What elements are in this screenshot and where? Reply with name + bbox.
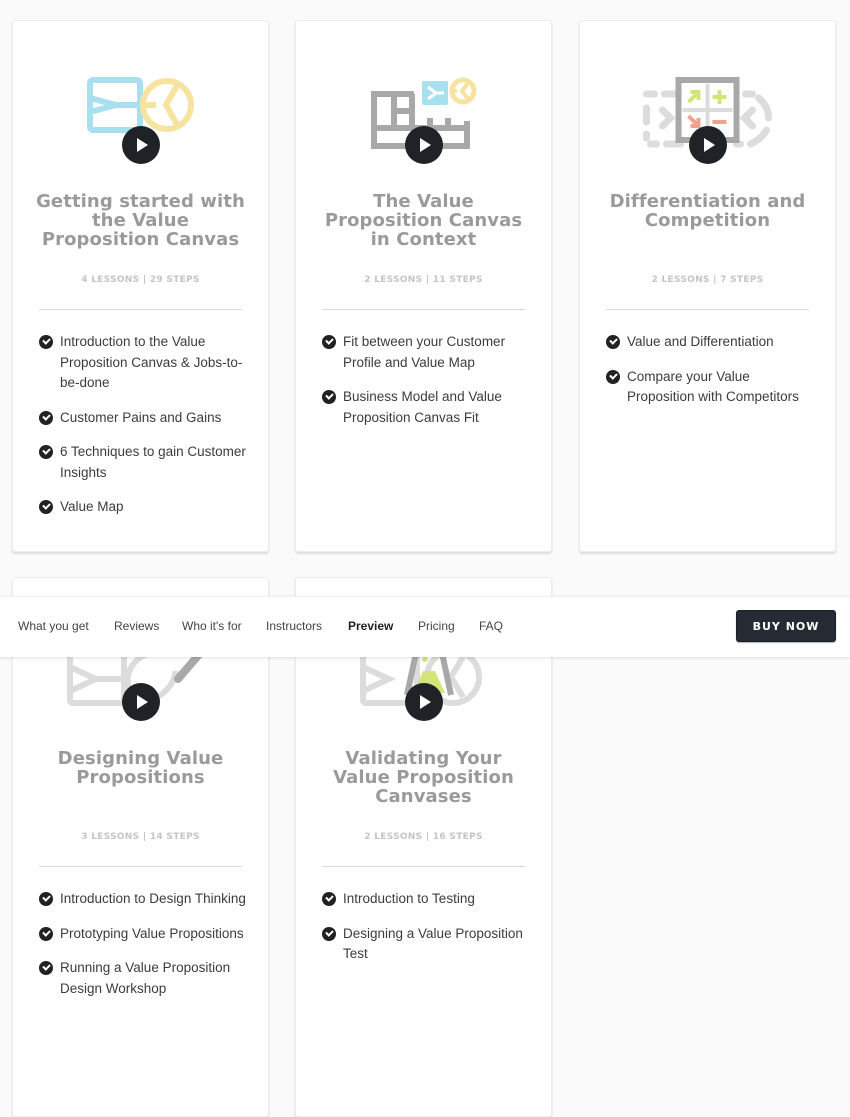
module-title: Differentiation and Competition [609, 191, 806, 231]
check-circle-icon [39, 926, 53, 941]
module-meta: 4 LESSONS | 29 STEPS [81, 275, 200, 285]
module-card: Validating Your Value Proposition Canvas… [295, 577, 552, 1117]
check-circle-icon [39, 335, 53, 349]
lesson-item: Value Map [39, 497, 254, 518]
module-card: Differentiation and Competition 2 LESSON… [579, 20, 836, 552]
sticky-nav-bar: What you get Reviews Who it's for Instru… [0, 596, 850, 657]
module-title: Designing Value Propositions [57, 748, 224, 788]
check-circle-icon [606, 369, 620, 384]
module-card: Getting started with the Value Propositi… [12, 20, 269, 552]
lesson-item: 6 Techniques to gain Customer Insights [39, 442, 254, 483]
play-button[interactable] [121, 683, 160, 721]
play-button[interactable] [404, 126, 443, 164]
lesson-list: Fit between your Customer Profile and Va… [322, 332, 537, 442]
module-thumbnail[interactable] [580, 76, 835, 166]
lesson-item: Introduction to the Value Proposition Ca… [39, 332, 254, 394]
lesson-item: Introduction to Design Thinking [39, 889, 254, 910]
nav-faq[interactable]: FAQ [479, 619, 503, 633]
lesson-item: Business Model and Value Proposition Can… [322, 387, 537, 428]
play-button[interactable] [688, 126, 727, 164]
play-button[interactable] [121, 126, 160, 164]
nav-instructors[interactable]: Instructors [266, 619, 322, 633]
module-thumbnail[interactable] [13, 76, 268, 166]
module-title: Validating Your Value Proposition Canvas… [333, 748, 514, 807]
check-circle-icon [322, 926, 336, 941]
lesson-list: Value and Differentiation Compare your V… [606, 332, 821, 422]
check-circle-icon [39, 892, 53, 906]
check-circle-icon [39, 410, 53, 425]
check-circle-icon [39, 445, 53, 459]
nav-reviews[interactable]: Reviews [114, 619, 159, 633]
module-thumbnail[interactable] [296, 76, 551, 166]
buy-now-button[interactable]: BUY NOW [736, 610, 836, 642]
check-circle-icon [322, 892, 336, 906]
module-card: The Value Proposition Canvas in Context … [295, 20, 552, 552]
lesson-item: Compare your Value Proposition with Comp… [606, 367, 821, 408]
module-title: The Value Proposition Canvas in Context [324, 191, 523, 250]
lesson-item: Prototyping Value Propositions [39, 924, 254, 945]
module-meta: 2 LESSONS | 11 STEPS [364, 275, 483, 285]
divider [39, 866, 242, 867]
play-button[interactable] [404, 683, 443, 721]
lesson-item: Fit between your Customer Profile and Va… [322, 332, 537, 373]
check-circle-icon [39, 500, 53, 514]
lesson-list: Introduction to the Value Proposition Ca… [39, 332, 254, 532]
lesson-item: Value and Differentiation [606, 332, 821, 353]
nav-preview[interactable]: Preview [348, 619, 393, 633]
module-meta: 2 LESSONS | 16 STEPS [364, 832, 483, 842]
nav-who-its-for[interactable]: Who it's for [182, 619, 242, 633]
lesson-item: Running a Value Proposition Design Works… [39, 958, 254, 999]
check-circle-icon [322, 335, 336, 349]
check-circle-icon [606, 335, 620, 349]
lesson-list: Introduction to Testing Designing a Valu… [322, 889, 537, 979]
check-circle-icon [322, 390, 336, 404]
module-meta: 3 LESSONS | 14 STEPS [81, 832, 200, 842]
nav-pricing[interactable]: Pricing [418, 619, 455, 633]
check-circle-icon [39, 961, 53, 975]
lesson-item: Designing a Value Proposition Test [322, 924, 537, 965]
lesson-list: Introduction to Design Thinking Prototyp… [39, 889, 254, 1013]
lesson-item: Customer Pains and Gains [39, 408, 254, 429]
module-title: Getting started with the Value Propositi… [36, 191, 245, 250]
divider [322, 309, 525, 310]
module-meta: 2 LESSONS | 7 STEPS [651, 275, 764, 285]
divider [39, 309, 242, 310]
divider [606, 309, 809, 310]
divider [322, 866, 525, 867]
lesson-item: Introduction to Testing [322, 889, 537, 910]
module-card: Designing Value Propositions 3 LESSONS |… [12, 577, 269, 1117]
nav-what-you-get[interactable]: What you get [18, 619, 89, 633]
